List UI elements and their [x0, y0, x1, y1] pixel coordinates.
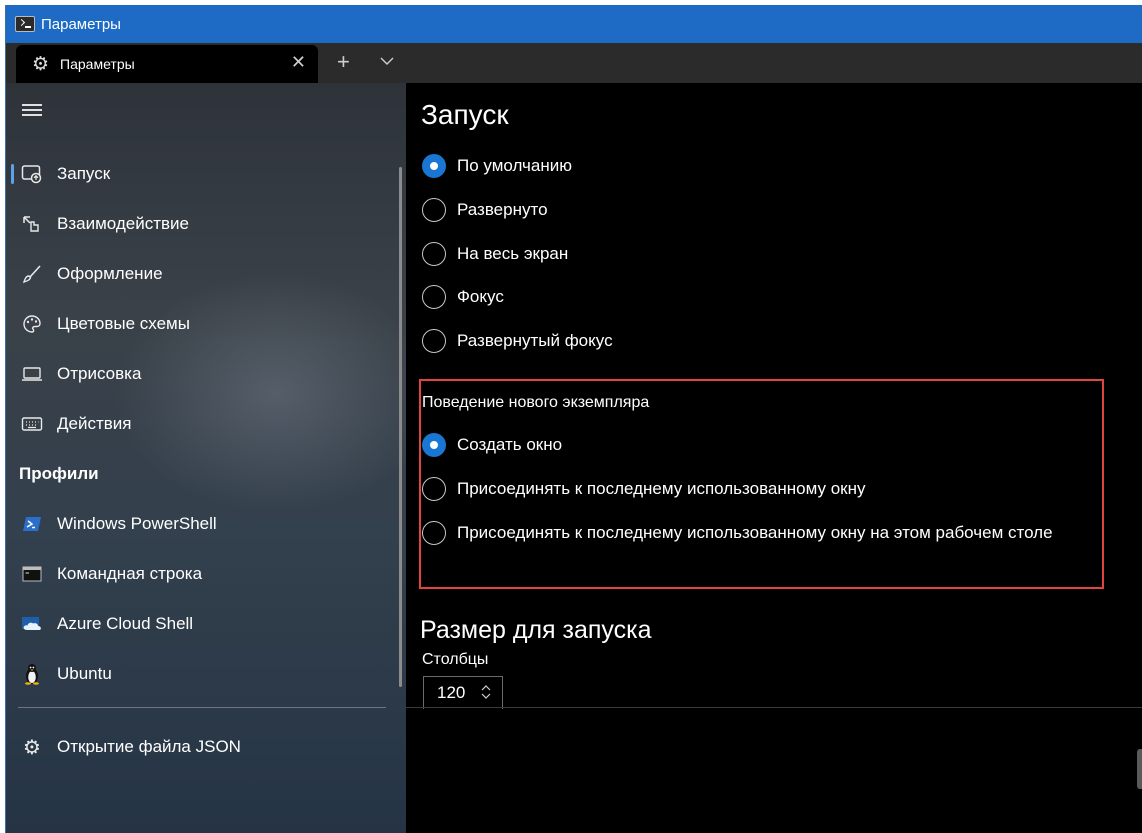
gear-icon: ⚙	[32, 53, 50, 75]
radio-label: Фокус	[457, 287, 504, 306]
launch-mode-fullscreen-option[interactable]: На весь экран	[422, 239, 568, 269]
sidebar-item-label: Azure Cloud Shell	[57, 614, 194, 633]
cmd-icon	[20, 562, 44, 586]
sidebar-item-label: Windows PowerShell	[57, 514, 217, 533]
radio-button[interactable]	[422, 198, 446, 222]
hamburger-menu-icon[interactable]	[22, 104, 42, 116]
launch-size-title: Размер для запуска	[420, 616, 652, 644]
sidebar-item-launch[interactable]: Запуск	[6, 154, 406, 194]
sidebar-item-ubuntu[interactable]: Ubuntu	[6, 654, 406, 694]
columns-label: Столбцы	[422, 651, 489, 668]
radio-label: Развернутый фокус	[457, 331, 613, 350]
main-content: Запуск По умолчанию Развернуто На весь э…	[406, 83, 1142, 833]
page-title: Запуск	[421, 99, 509, 130]
close-tab-icon[interactable]: ✕	[291, 53, 306, 71]
radio-label: По умолчанию	[457, 156, 572, 175]
spinner-arrows-icon[interactable]	[481, 684, 491, 700]
sidebar-item-label: Отрисовка	[57, 364, 142, 383]
sidebar-item-cmd[interactable]: Командная строка	[6, 554, 406, 594]
new-tab-button[interactable]: +	[337, 51, 350, 73]
launch-mode-default-option[interactable]: По умолчанию	[422, 151, 572, 181]
tab-bar: ⚙ Параметры ✕ +	[6, 43, 1142, 83]
columns-number-input[interactable]: 120	[423, 676, 503, 709]
content-scrollbar[interactable]	[1137, 749, 1142, 789]
sidebar-item-appearance[interactable]: Оформление	[6, 254, 406, 294]
sidebar-item-azure[interactable]: Azure Cloud Shell	[6, 604, 406, 644]
sidebar-item-powershell[interactable]: Windows PowerShell	[6, 504, 406, 544]
gear-icon: ⚙	[23, 736, 41, 759]
columns-value: 120	[437, 683, 466, 702]
sidebar-item-label: Цветовые схемы	[57, 314, 190, 333]
radio-button[interactable]	[422, 521, 446, 545]
sidebar-item-label: Запуск	[57, 164, 111, 183]
radio-label: Создать окно	[457, 435, 563, 454]
keyboard-icon	[20, 412, 44, 436]
new-instance-behavior-label: Поведение нового экземпляра	[422, 394, 650, 411]
launch-icon	[20, 162, 44, 186]
chevron-down-icon[interactable]	[380, 54, 394, 68]
sidebar-divider	[18, 707, 386, 708]
content-divider	[406, 707, 1142, 708]
new-instance-attach-desktop-option[interactable]: Присоединять к последнему использованном…	[422, 518, 1053, 548]
brush-icon	[20, 262, 44, 286]
launch-mode-maximized-option[interactable]: Развернуто	[422, 195, 548, 225]
palette-icon	[20, 312, 44, 336]
sidebar-item-open-json[interactable]: ⚙ Открытие файла JSON	[6, 727, 406, 767]
radio-button[interactable]	[422, 329, 446, 353]
sidebar-item-label: Взаимодействие	[57, 214, 189, 233]
sidebar-item-interaction[interactable]: Взаимодействие	[6, 204, 406, 244]
app-window: Параметры ⚙ Параметры ✕ + Запуск Взаимод…	[5, 5, 1142, 833]
sidebar-item-label: Ubuntu	[57, 664, 112, 683]
title-bar: Параметры	[6, 5, 1142, 43]
radio-button[interactable]	[422, 242, 446, 266]
radio-label: На весь экран	[457, 244, 569, 263]
radio-button[interactable]	[422, 154, 446, 178]
radio-button[interactable]	[422, 477, 446, 501]
launch-mode-maximized-focus-option[interactable]: Развернутый фокус	[422, 326, 613, 356]
radio-label: Присоединять к последнему использованном…	[457, 523, 1053, 542]
window-title: Параметры	[41, 15, 121, 33]
sidebar-item-label: Открытие файла JSON	[57, 737, 241, 756]
tab-label: Параметры	[60, 56, 135, 72]
radio-button[interactable]	[422, 433, 446, 457]
powershell-icon	[20, 512, 44, 536]
sidebar-item-actions[interactable]: Действия	[6, 404, 406, 444]
terminal-app-icon	[15, 16, 35, 32]
radio-label: Присоединять к последнему использованном…	[457, 479, 866, 498]
sidebar-item-label: Действия	[57, 414, 132, 433]
profiles-header: Профили	[19, 464, 99, 483]
new-instance-attach-last-window-option[interactable]: Присоединять к последнему использованном…	[422, 474, 865, 504]
sidebar-scrollbar[interactable]	[399, 167, 402, 687]
tab-settings[interactable]: ⚙ Параметры ✕	[16, 45, 318, 83]
radio-button[interactable]	[422, 285, 446, 309]
sidebar-item-rendering[interactable]: Отрисовка	[6, 354, 406, 394]
linux-penguin-icon	[20, 662, 44, 686]
azure-cloud-icon	[20, 612, 44, 636]
sidebar: Запуск Взаимодействие Оформление Цветовы…	[6, 83, 406, 833]
sidebar-item-label: Оформление	[57, 264, 163, 283]
new-instance-create-window-option[interactable]: Создать окно	[422, 430, 562, 460]
radio-label: Развернуто	[457, 200, 548, 219]
launch-mode-focus-option[interactable]: Фокус	[422, 282, 504, 312]
sidebar-item-label: Командная строка	[57, 564, 203, 583]
sidebar-item-color-schemes[interactable]: Цветовые схемы	[6, 304, 406, 344]
laptop-icon	[20, 362, 44, 386]
interaction-icon	[20, 212, 44, 236]
